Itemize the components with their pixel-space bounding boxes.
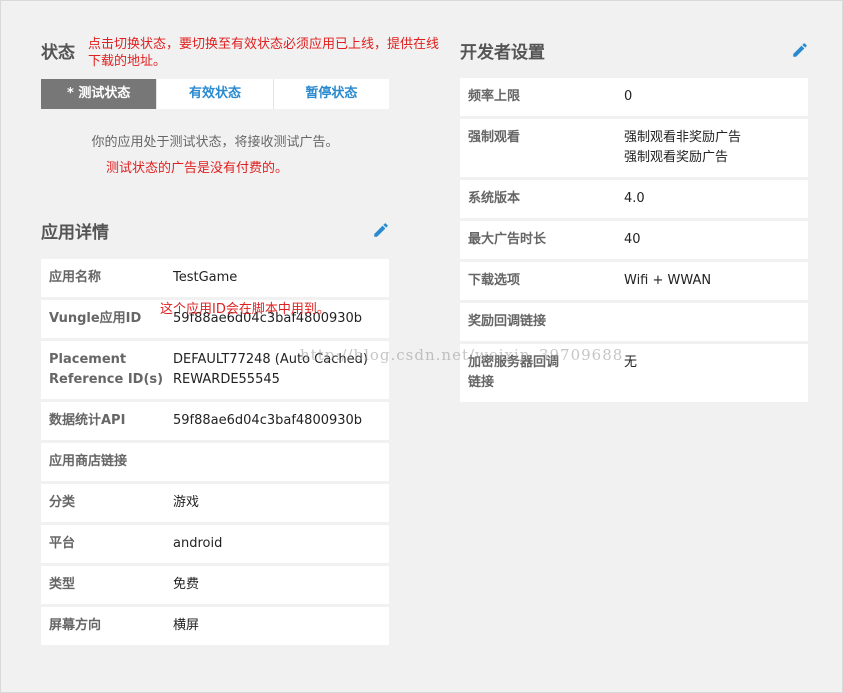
app-details-title: 应用详情 xyxy=(41,223,109,243)
row-key: 下载选项 xyxy=(468,273,521,288)
row-value: android xyxy=(173,536,223,551)
status-tabs: * 测试状态 有效状态 暂停状态 xyxy=(41,79,389,109)
row-key: 应用商店链接 xyxy=(49,454,128,469)
tab-active-status[interactable]: 有效状态 xyxy=(156,79,273,109)
table-row: 应用商店链接 xyxy=(41,443,389,481)
table-row: 屏幕方向 横屏 xyxy=(41,607,389,645)
row-value: TestGame xyxy=(173,270,238,285)
table-row: 类型 免费 xyxy=(41,566,389,604)
row-value: 0 xyxy=(624,89,633,104)
status-warning: 测试状态的广告是没有付费的。 xyxy=(106,161,289,176)
pencil-icon[interactable] xyxy=(791,41,809,59)
row-value: 无 xyxy=(624,355,638,370)
row-key: 奖励回调链接 xyxy=(468,314,547,329)
tab-test-status[interactable]: * 测试状态 xyxy=(41,79,157,109)
row-value: 横屏 xyxy=(173,618,200,633)
app-id-annotation: 这个应用ID会在脚本中用到。 xyxy=(160,302,330,317)
table-row: 最大广告时长 40 xyxy=(460,221,808,259)
table-row: 奖励回调链接 xyxy=(460,303,808,341)
row-key: 平台 xyxy=(49,536,76,551)
table-row: 分类 游戏 xyxy=(41,484,389,522)
row-key: Vungle应用ID xyxy=(49,311,142,326)
row-key: 系统版本 xyxy=(468,191,521,206)
table-row: 平台 android xyxy=(41,525,389,563)
table-row: 强制观看 强制观看非奖励广告 强制观看奖励广告 xyxy=(460,119,808,177)
row-value: 免费 xyxy=(173,577,200,592)
row-value: 游戏 xyxy=(173,495,200,510)
table-row: 频率上限 0 xyxy=(460,78,808,116)
watermark: http://blog.csdn.net/weixin_39709688 xyxy=(300,346,624,364)
row-key: 类型 xyxy=(49,577,76,592)
tab-paused-status[interactable]: 暂停状态 xyxy=(272,79,389,109)
row-key: 屏幕方向 xyxy=(49,618,102,633)
row-value: Wifi + WWAN xyxy=(624,273,712,288)
status-description: 你的应用处于测试状态，将接收测试广告。 xyxy=(91,135,339,150)
pencil-icon[interactable] xyxy=(372,221,390,239)
row-key: 最大广告时长 xyxy=(468,232,547,247)
table-row: 下载选项 Wifi + WWAN xyxy=(460,262,808,300)
row-value: 59f88ae6d04c3baf4800930b xyxy=(173,413,363,428)
row-key: 分类 xyxy=(49,495,76,510)
row-value: 40 xyxy=(624,232,641,247)
row-key: 应用名称 xyxy=(49,270,102,285)
row-key: 数据统计API xyxy=(49,413,126,428)
row-key: Placement Reference ID(s) xyxy=(49,352,164,387)
developer-settings-title: 开发者设置 xyxy=(460,43,545,63)
status-title: 状态 xyxy=(41,43,75,63)
row-value: 4.0 xyxy=(624,191,645,206)
row-key: 强制观看 xyxy=(468,130,521,145)
table-row: 系统版本 4.0 xyxy=(460,180,808,218)
table-row: 数据统计API 59f88ae6d04c3baf4800930b xyxy=(41,402,389,440)
app-details-table: 应用名称 TestGame Vungle应用ID 59f88ae6d04c3baf4… xyxy=(41,259,389,648)
status-annotation: 点击切换状态，要切换至有效状态必须应用已上线，提供在线下载的地址。 xyxy=(88,37,440,69)
row-value: 强制观看非奖励广告 强制观看奖励广告 xyxy=(624,130,742,165)
row-key: 频率上限 xyxy=(468,89,521,104)
table-row: 应用名称 TestGame xyxy=(41,259,389,297)
